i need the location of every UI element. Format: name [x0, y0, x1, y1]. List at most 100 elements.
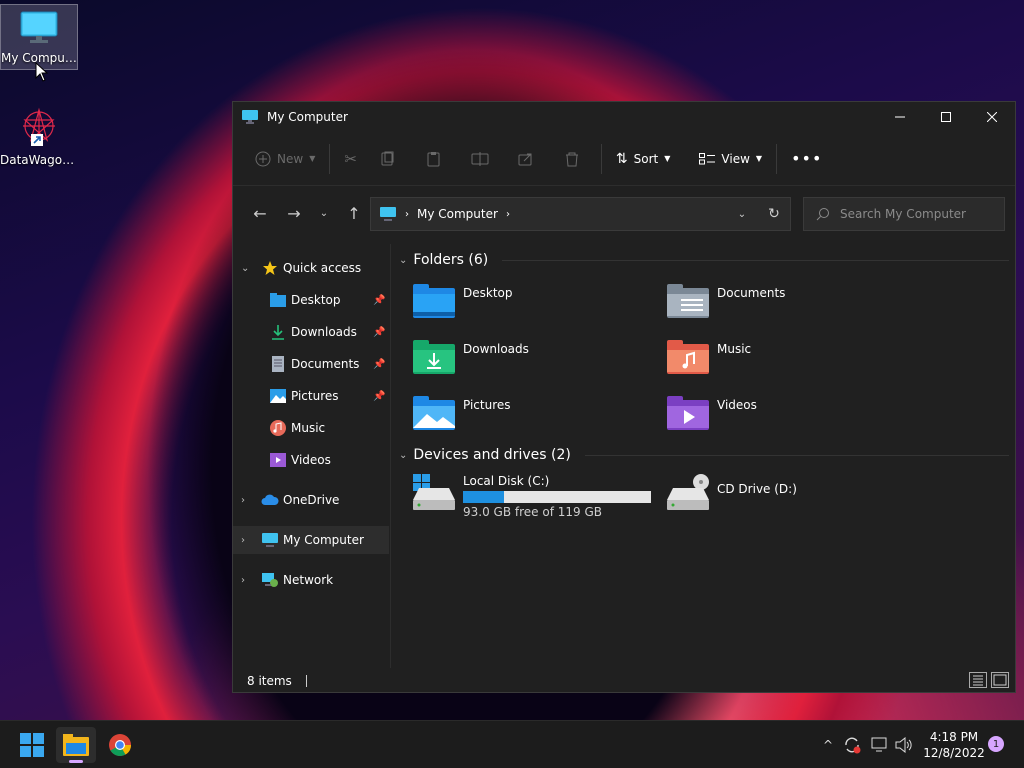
- sidebar-label: OneDrive: [283, 493, 340, 507]
- maximize-button[interactable]: [923, 102, 969, 132]
- chevron-down-icon: ▼: [309, 154, 316, 163]
- sidebar-item-videos[interactable]: Videos: [233, 446, 389, 474]
- recent-locations-button[interactable]: ⌄: [311, 197, 337, 229]
- taskbar-chrome[interactable]: [100, 727, 140, 763]
- ethernet-monitor-icon: [871, 737, 887, 752]
- window-title: My Computer: [267, 110, 348, 124]
- minimize-icon: [895, 116, 905, 118]
- search-box[interactable]: Search My Computer: [803, 197, 1005, 231]
- drive-usage-bar: [463, 491, 651, 503]
- desktop-icon-label: DataWagon...: [0, 153, 78, 167]
- status-bar: 8 items: [233, 668, 1015, 694]
- clock[interactable]: 4:18 PM 12/8/2022: [918, 729, 990, 761]
- datawagon-app-icon: [23, 107, 55, 146]
- network-tray-button[interactable]: [870, 721, 890, 768]
- folder-label: Videos: [717, 398, 757, 412]
- back-button[interactable]: ←: [243, 197, 277, 229]
- music-icon: [269, 419, 287, 437]
- chevron-down-icon: ▼: [755, 154, 763, 163]
- start-button[interactable]: [12, 727, 52, 763]
- forward-button[interactable]: →: [277, 197, 311, 229]
- sidebar-item-desktop[interactable]: Desktop 📌: [233, 286, 389, 314]
- sidebar-item-documents[interactable]: Documents 📌: [233, 350, 389, 378]
- desktop-folder-icon: [413, 284, 455, 318]
- monitor-icon: [261, 531, 279, 549]
- desktop-icon-datawagon[interactable]: DataWagon...: [0, 104, 78, 167]
- details-view-button[interactable]: [969, 672, 987, 688]
- video-icon: [269, 451, 287, 469]
- title-bar[interactable]: My Computer: [233, 102, 1015, 132]
- trash-icon: [565, 152, 578, 166]
- folder-desktop[interactable]: Desktop: [413, 284, 513, 318]
- cloud-icon: [261, 491, 279, 509]
- share-button[interactable]: [503, 143, 549, 175]
- drive-cd-d[interactable]: CD Drive (D:): [667, 474, 797, 510]
- desktop-icon-my-computer[interactable]: My Computer: [0, 4, 78, 70]
- folder-music[interactable]: Music: [667, 340, 751, 374]
- sidebar-item-network[interactable]: › Network: [233, 566, 389, 594]
- folder-downloads[interactable]: Downloads: [413, 340, 529, 374]
- status-divider: [305, 675, 307, 687]
- taskbar-file-explorer[interactable]: [56, 727, 96, 763]
- chevron-right-icon: ›: [241, 534, 245, 546]
- notification-badge[interactable]: 1: [988, 736, 1004, 752]
- document-icon: [269, 355, 287, 373]
- chevron-down-icon: ⌄: [399, 449, 408, 461]
- chevron-right-icon: ›: [505, 208, 510, 220]
- folder-documents[interactable]: Documents: [667, 284, 785, 318]
- address-bar[interactable]: › My Computer › ⌄ ↻: [370, 197, 791, 231]
- view-button[interactable]: View ▼: [691, 143, 770, 175]
- sidebar-item-onedrive[interactable]: › OneDrive: [233, 486, 389, 514]
- folders-group-header[interactable]: ⌄ Folders (6): [399, 252, 1009, 268]
- star-icon: [261, 259, 279, 277]
- chevron-down-icon: ⌄: [241, 262, 250, 274]
- file-explorer-window[interactable]: My Computer New ▼ ✂ ⇅ Sort ▼ View ▼ ••• …: [232, 101, 1016, 693]
- search-placeholder: Search My Computer: [840, 207, 966, 221]
- show-hidden-icons-button[interactable]: ^: [818, 721, 838, 768]
- cd-drive-icon: [667, 474, 709, 510]
- view-list-icon: [699, 152, 716, 164]
- minimize-button[interactable]: [877, 102, 923, 132]
- sidebar-item-downloads[interactable]: Downloads 📌: [233, 318, 389, 346]
- rename-button[interactable]: [457, 143, 503, 175]
- sync-tray-button[interactable]: [842, 721, 862, 768]
- pin-icon: 📌: [373, 390, 386, 402]
- sort-button[interactable]: ⇅ Sort ▼: [608, 143, 679, 175]
- chevron-right-icon: ›: [241, 574, 245, 586]
- folder-pictures[interactable]: Pictures: [413, 396, 511, 430]
- new-button[interactable]: New ▼: [247, 143, 323, 175]
- taskbar: ^ 4:18 PM 12/8/2022: [0, 720, 1024, 768]
- refresh-button[interactable]: ↻: [758, 198, 790, 230]
- breadcrumb-my-computer[interactable]: My Computer: [417, 207, 498, 221]
- folder-videos[interactable]: Videos: [667, 396, 757, 430]
- tiles-view-button[interactable]: [991, 672, 1009, 688]
- sidebar-item-my-computer[interactable]: › My Computer: [233, 526, 389, 554]
- delete-button[interactable]: [549, 143, 595, 175]
- sidebar-label: Music: [291, 421, 326, 435]
- sidebar-item-music[interactable]: Music: [233, 414, 389, 442]
- speaker-icon: [895, 737, 912, 753]
- folder-label: Desktop: [463, 286, 513, 300]
- paste-button[interactable]: [411, 143, 457, 175]
- drive-local-disk-c[interactable]: Local Disk (C:) 93.0 GB free of 119 GB: [413, 474, 651, 519]
- search-icon: [816, 208, 829, 221]
- sidebar-item-pictures[interactable]: Pictures 📌: [233, 382, 389, 410]
- sidebar-item-quick-access[interactable]: ⌄ Quick access: [233, 254, 389, 282]
- sidebar-label: Videos: [291, 453, 331, 467]
- more-options-button[interactable]: •••: [783, 143, 830, 175]
- cut-button[interactable]: ✂: [336, 143, 365, 175]
- folder-icon: [63, 734, 89, 756]
- up-button[interactable]: ↑: [337, 197, 371, 229]
- copy-button[interactable]: [365, 143, 411, 175]
- copy-icon: [381, 151, 394, 165]
- close-button[interactable]: [969, 102, 1015, 132]
- new-button-label: New: [277, 151, 304, 166]
- devices-group-header[interactable]: ⌄ Devices and drives (2): [399, 447, 1009, 463]
- content-pane: ⌄ Folders (6) Desktop Documents Download…: [393, 244, 1015, 668]
- sort-button-label: Sort: [633, 151, 659, 166]
- ellipsis-icon: •••: [791, 149, 823, 168]
- volume-tray-button[interactable]: [894, 721, 914, 768]
- folder-label: Pictures: [463, 398, 511, 412]
- sidebar-label: Pictures: [291, 389, 339, 403]
- address-dropdown-button[interactable]: ⌄: [726, 198, 758, 230]
